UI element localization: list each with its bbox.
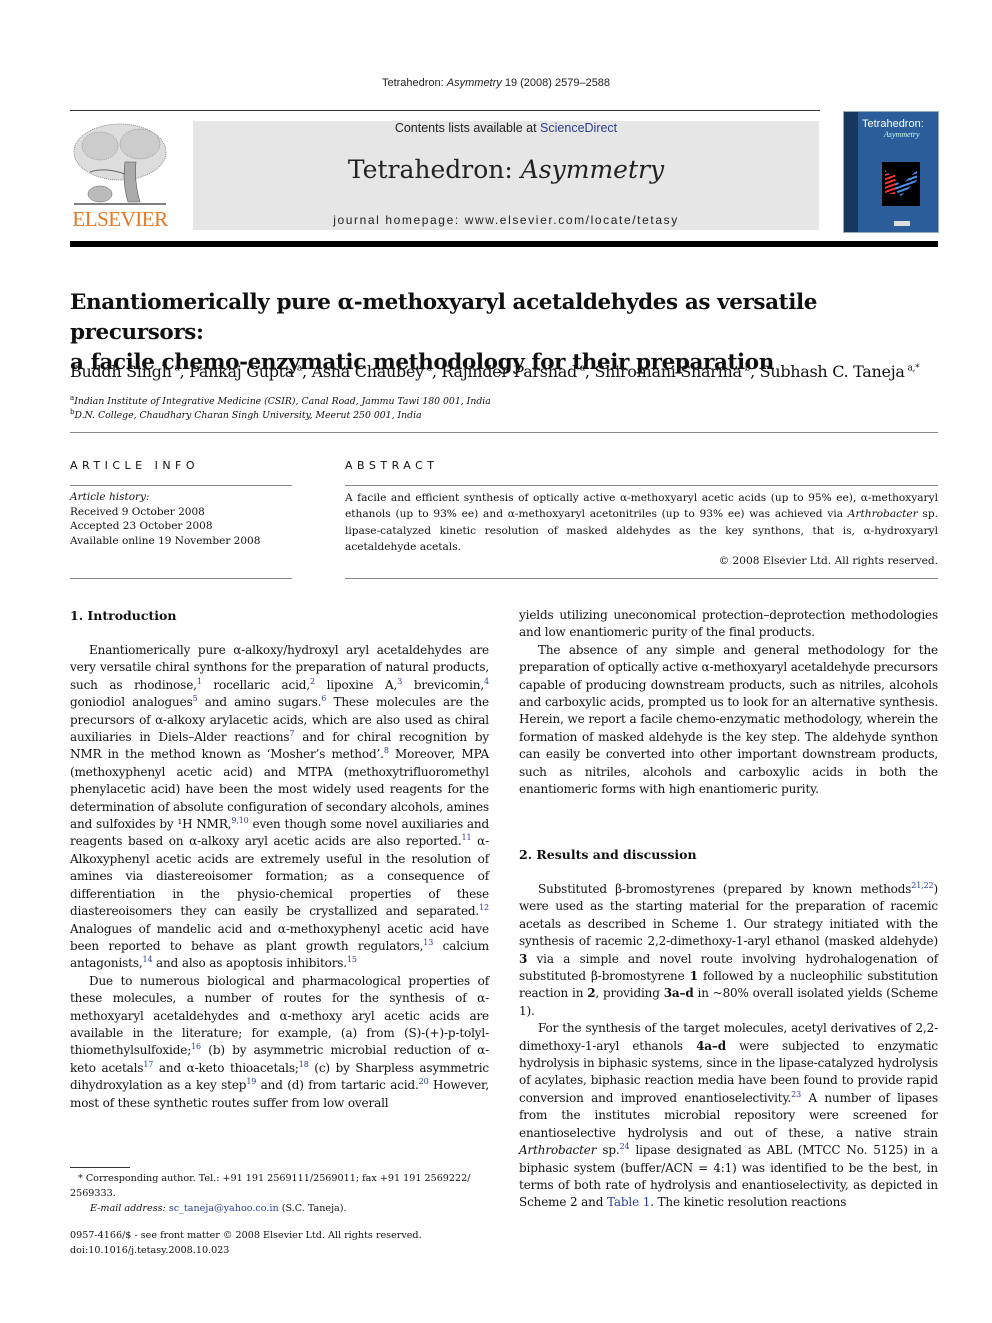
citation-ref[interactable]: 13 bbox=[423, 938, 433, 947]
citation-ref[interactable]: 16 bbox=[191, 1042, 201, 1051]
citation-ref[interactable]: 12 bbox=[479, 903, 489, 912]
paragraph: Enantiomerically pure α-alkoxy/hydroxyl … bbox=[70, 643, 490, 971]
citation-ref[interactable]: 17 bbox=[143, 1060, 153, 1069]
running-head-journal-italic: Asymmetry bbox=[446, 77, 502, 89]
cover-footer-logo bbox=[894, 221, 910, 226]
running-head-journal: Tetrahedron: bbox=[381, 77, 447, 89]
citation-ref[interactable]: 6 bbox=[321, 694, 326, 703]
elsevier-logo: ELSEVIER bbox=[70, 122, 170, 232]
author[interactable]: Asha Chaubey a, bbox=[312, 362, 442, 381]
cover-subtitle: Asymmetry bbox=[884, 130, 920, 139]
doi-line[interactable]: doi:10.1016/j.tetasy.2008.10.023 bbox=[70, 1244, 500, 1259]
citation-ref[interactable]: 20 bbox=[419, 1077, 429, 1086]
citation-ref[interactable]: 15 bbox=[347, 955, 357, 964]
history-label: Article history: bbox=[70, 491, 150, 503]
citation-ref[interactable]: 19 bbox=[246, 1077, 256, 1086]
cover-title: Tetrahedron: bbox=[862, 118, 924, 130]
citation-ref[interactable]: 9,10 bbox=[231, 816, 248, 825]
elsevier-wordmark: ELSEVIER bbox=[72, 207, 168, 231]
article-history: Article history: Received 9 October 2008… bbox=[70, 490, 292, 548]
citation-ref[interactable]: 23 bbox=[791, 1090, 801, 1099]
citation-ref[interactable]: 21,22 bbox=[911, 881, 933, 890]
paragraph: For the synthesis of the target molecule… bbox=[519, 1021, 938, 1210]
running-head-citation: 19 (2008) 2579–2588 bbox=[501, 77, 611, 89]
article-info-heading: ARTICLE INFO bbox=[70, 459, 200, 472]
journal-homepage[interactable]: journal homepage: www.elsevier.com/locat… bbox=[193, 213, 819, 227]
abstract-heading: ABSTRACT bbox=[345, 459, 439, 472]
author[interactable]: Shiromani Sharma b, bbox=[594, 362, 759, 381]
front-matter: 0957-4166/$ - see front matter © 2008 El… bbox=[70, 1229, 500, 1258]
running-head: Tetrahedron: Asymmetry 19 (2008) 2579–25… bbox=[0, 77, 992, 89]
paragraph: Due to numerous biological and pharmacol… bbox=[70, 973, 489, 1110]
author[interactable]: Pankaj Gupta a, bbox=[189, 362, 311, 381]
issn-line: 0957-4166/$ - see front matter © 2008 El… bbox=[70, 1230, 422, 1241]
section-heading-results: 2. Results and discussion bbox=[519, 847, 697, 862]
accepted-date: Accepted 23 October 2008 bbox=[70, 520, 213, 532]
journal-title: Tetrahedron: Asymmetry bbox=[193, 155, 819, 184]
contents-line: Contents lists available at ScienceDirec… bbox=[193, 121, 819, 135]
citation-ref[interactable]: 7 bbox=[289, 729, 294, 738]
abstract-text: A facile and efficient synthesis of opti… bbox=[345, 492, 938, 553]
article-info-rule bbox=[70, 485, 292, 486]
citation-ref[interactable]: 24 bbox=[620, 1142, 630, 1151]
author[interactable]: Buddh Singh a, bbox=[70, 362, 189, 381]
section-heading-introduction: 1. Introduction bbox=[70, 608, 177, 623]
paragraph: Substituted β-bromostyrenes (prepared by… bbox=[519, 881, 938, 1018]
citation-ref[interactable]: 11 bbox=[462, 833, 472, 842]
abstract-copyright: © 2008 Elsevier Ltd. All rights reserved… bbox=[718, 555, 938, 567]
citation-ref[interactable]: 5 bbox=[193, 694, 198, 703]
citation-ref[interactable]: 1 bbox=[197, 677, 202, 686]
affiliation: bD.N. College, Chaudhary Charan Singh Un… bbox=[70, 408, 422, 422]
top-rule bbox=[70, 110, 820, 111]
citation-ref[interactable]: 14 bbox=[143, 955, 153, 964]
online-date: Available online 19 November 2008 bbox=[70, 534, 261, 547]
footnote-rule bbox=[70, 1167, 130, 1168]
citation-ref[interactable]: 18 bbox=[299, 1060, 309, 1069]
masthead-thick-rule bbox=[70, 241, 938, 247]
table-1-link[interactable]: Table 1 bbox=[607, 1195, 650, 1209]
author-list: Buddh Singh a, Pankaj Gupta a, Asha Chau… bbox=[70, 362, 950, 381]
citation-ref[interactable]: 2 bbox=[310, 677, 315, 686]
citation-ref[interactable]: 4 bbox=[484, 677, 489, 686]
intro-column-right: yields utilizing uneconomical protection… bbox=[519, 607, 938, 798]
cover-spine bbox=[844, 112, 858, 232]
results-column: Substituted β-bromostyrenes (prepared by… bbox=[519, 881, 938, 1212]
corresponding-author-contact: * Corresponding author. Tel.: +91 191 25… bbox=[70, 1173, 471, 1199]
author[interactable]: Rajinder Parshad a, bbox=[441, 362, 594, 381]
journal-title-plain: Tetrahedron: bbox=[347, 155, 521, 184]
tree-icon bbox=[73, 123, 167, 205]
cover-artwork bbox=[882, 162, 920, 206]
paragraph: The absence of any simple and general me… bbox=[519, 642, 938, 797]
article-title-line-1: Enantiomerically pure α-methoxyaryl acet… bbox=[70, 290, 818, 345]
paragraph-continuation: yields utilizing uneconomical protection… bbox=[519, 608, 938, 640]
contents-prefix: Contents lists available at bbox=[394, 121, 541, 135]
article-info-bottom-rule bbox=[70, 578, 292, 579]
intro-column-left: Enantiomerically pure α-alkoxy/hydroxyl … bbox=[70, 642, 489, 1112]
citation-ref[interactable]: 8 bbox=[384, 746, 389, 755]
affiliation-rule bbox=[70, 432, 938, 433]
abstract-rule bbox=[345, 485, 938, 486]
journal-title-italic: Asymmetry bbox=[520, 155, 665, 184]
journal-masthead: Contents lists available at ScienceDirec… bbox=[193, 121, 819, 230]
received-date: Received 9 October 2008 bbox=[70, 505, 205, 518]
citation-ref[interactable]: 3 bbox=[397, 677, 402, 686]
journal-cover-image: Tetrahedron: Asymmetry bbox=[843, 111, 939, 233]
email-line: E-mail address: sc_taneja@yahoo.co.in (S… bbox=[90, 1203, 347, 1214]
corresponding-author-footnote: * Corresponding author. Tel.: +91 191 25… bbox=[70, 1171, 490, 1216]
sciencedirect-link[interactable]: ScienceDirect bbox=[540, 121, 617, 135]
abstract-bottom-rule bbox=[345, 578, 938, 579]
author[interactable]: Subhash C. Taneja a,* bbox=[760, 362, 920, 381]
affiliation: aIndian Institute of Integrative Medicin… bbox=[70, 394, 491, 408]
email-link[interactable]: sc_taneja@yahoo.co.in bbox=[169, 1203, 279, 1214]
